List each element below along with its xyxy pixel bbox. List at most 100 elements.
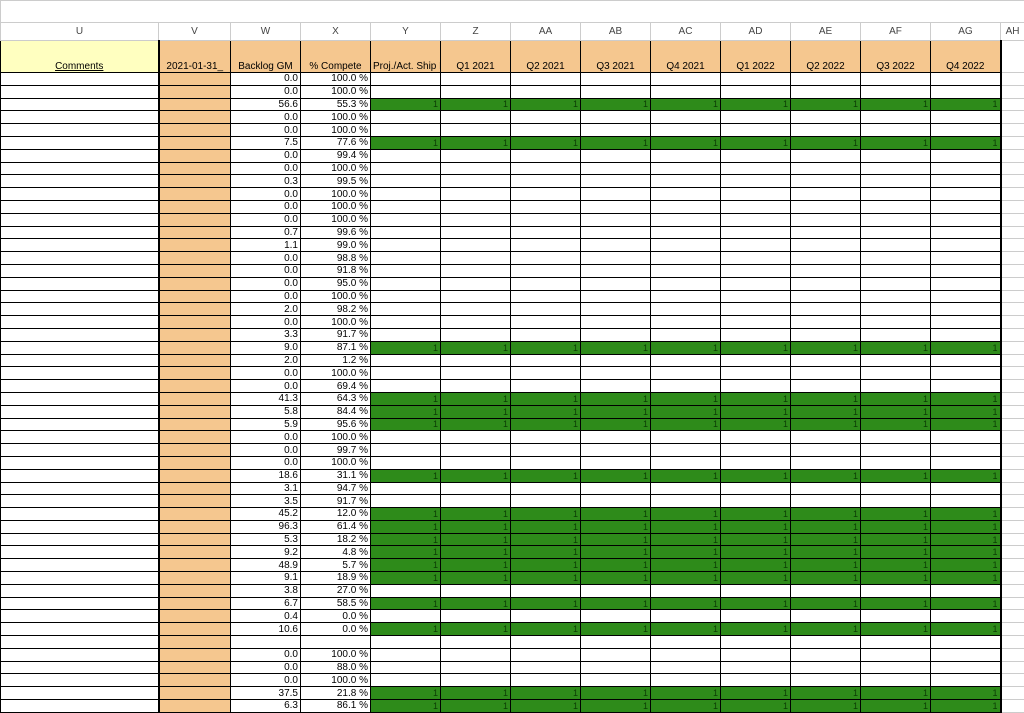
cell[interactable] bbox=[931, 661, 1001, 674]
table-row[interactable]: 0.0100.0 % bbox=[1, 674, 1024, 687]
cell[interactable]: 1 bbox=[371, 533, 441, 546]
cell[interactable]: 77.6 % bbox=[301, 136, 371, 149]
cell[interactable]: 1 bbox=[791, 559, 861, 572]
cell[interactable] bbox=[159, 162, 231, 175]
cell[interactable] bbox=[159, 213, 231, 226]
cell[interactable]: 1 bbox=[931, 597, 1001, 610]
cell[interactable] bbox=[721, 636, 791, 649]
table-row[interactable]: 7.577.6 %111111111 bbox=[1, 136, 1024, 149]
cell[interactable] bbox=[581, 226, 651, 239]
cell[interactable] bbox=[1001, 546, 1024, 559]
cell[interactable] bbox=[931, 444, 1001, 457]
cell[interactable] bbox=[931, 188, 1001, 201]
cell[interactable] bbox=[651, 316, 721, 329]
col-letter-W[interactable]: W bbox=[231, 23, 301, 41]
cell[interactable] bbox=[159, 226, 231, 239]
cell[interactable]: 1 bbox=[441, 687, 511, 700]
cell[interactable]: 0.0 bbox=[231, 124, 301, 137]
cell[interactable]: 0.0 bbox=[231, 188, 301, 201]
table-row[interactable]: 0.0100.0 % bbox=[1, 213, 1024, 226]
header-backlog-gm[interactable]: Backlog GM bbox=[231, 41, 301, 73]
cell[interactable] bbox=[441, 252, 511, 265]
cell[interactable] bbox=[159, 520, 231, 533]
cell[interactable] bbox=[721, 444, 791, 457]
cell[interactable]: 1 bbox=[861, 508, 931, 521]
cell[interactable]: 1 bbox=[791, 700, 861, 713]
cell[interactable]: 0.0 bbox=[231, 111, 301, 124]
cell[interactable] bbox=[791, 648, 861, 661]
cell[interactable] bbox=[721, 328, 791, 341]
cell[interactable] bbox=[651, 380, 721, 393]
cell[interactable] bbox=[511, 661, 581, 674]
cell[interactable]: 1 bbox=[791, 597, 861, 610]
cell[interactable] bbox=[651, 85, 721, 98]
table-row[interactable]: 9.087.1 %111111111 bbox=[1, 341, 1024, 354]
cell[interactable]: 99.0 % bbox=[301, 239, 371, 252]
cell[interactable] bbox=[1, 687, 159, 700]
cell[interactable] bbox=[721, 162, 791, 175]
cell[interactable] bbox=[1, 341, 159, 354]
cell[interactable] bbox=[791, 149, 861, 162]
cell[interactable]: 1 bbox=[371, 418, 441, 431]
table-row[interactable]: 3.827.0 % bbox=[1, 584, 1024, 597]
cell[interactable]: 2.0 bbox=[231, 354, 301, 367]
cell[interactable] bbox=[159, 380, 231, 393]
cell[interactable] bbox=[931, 200, 1001, 213]
cell[interactable] bbox=[511, 188, 581, 201]
cell[interactable]: 99.5 % bbox=[301, 175, 371, 188]
cell[interactable]: 100.0 % bbox=[301, 456, 371, 469]
cell[interactable] bbox=[931, 431, 1001, 444]
cell[interactable] bbox=[721, 290, 791, 303]
cell[interactable] bbox=[1001, 661, 1024, 674]
cell[interactable]: 1 bbox=[791, 392, 861, 405]
cell[interactable]: 1 bbox=[581, 700, 651, 713]
cell[interactable] bbox=[1, 661, 159, 674]
cell[interactable] bbox=[511, 456, 581, 469]
cell[interactable] bbox=[159, 559, 231, 572]
cell[interactable]: 1 bbox=[581, 136, 651, 149]
cell[interactable] bbox=[861, 610, 931, 623]
cell[interactable] bbox=[791, 444, 861, 457]
cell[interactable] bbox=[861, 264, 931, 277]
col-letter-AC[interactable]: AC bbox=[651, 23, 721, 41]
cell[interactable] bbox=[511, 367, 581, 380]
table-row[interactable]: 5.884.4 %111111111 bbox=[1, 405, 1024, 418]
cell[interactable] bbox=[791, 252, 861, 265]
cell[interactable]: 100.0 % bbox=[301, 431, 371, 444]
cell[interactable] bbox=[1, 508, 159, 521]
cell[interactable] bbox=[511, 175, 581, 188]
cell[interactable] bbox=[441, 444, 511, 457]
cell[interactable] bbox=[159, 431, 231, 444]
cell[interactable]: 48.9 bbox=[231, 559, 301, 572]
cell[interactable] bbox=[861, 636, 931, 649]
cell[interactable]: 31.1 % bbox=[301, 469, 371, 482]
cell[interactable] bbox=[511, 328, 581, 341]
cell[interactable] bbox=[651, 495, 721, 508]
cell[interactable]: 1 bbox=[651, 559, 721, 572]
cell[interactable]: 1 bbox=[511, 520, 581, 533]
cell[interactable] bbox=[159, 200, 231, 213]
cell[interactable] bbox=[861, 303, 931, 316]
cell[interactable]: 1 bbox=[651, 687, 721, 700]
cell[interactable] bbox=[721, 431, 791, 444]
cell[interactable] bbox=[581, 316, 651, 329]
cell[interactable]: 1 bbox=[511, 572, 581, 585]
cell[interactable] bbox=[1001, 380, 1024, 393]
header-q1-2022[interactable]: Q1 2022 bbox=[721, 41, 791, 73]
cell[interactable] bbox=[581, 354, 651, 367]
cell[interactable] bbox=[791, 431, 861, 444]
cell[interactable] bbox=[581, 674, 651, 687]
cell[interactable] bbox=[371, 264, 441, 277]
cell[interactable] bbox=[931, 367, 1001, 380]
cell[interactable] bbox=[159, 290, 231, 303]
table-row[interactable]: 2.098.2 % bbox=[1, 303, 1024, 316]
cell[interactable]: 87.1 % bbox=[301, 341, 371, 354]
cell[interactable]: 1 bbox=[861, 418, 931, 431]
cell[interactable]: 1 bbox=[651, 533, 721, 546]
cell[interactable] bbox=[651, 290, 721, 303]
cell[interactable]: 86.1 % bbox=[301, 700, 371, 713]
cell[interactable] bbox=[1, 623, 159, 636]
table-row[interactable]: 0.399.5 % bbox=[1, 175, 1024, 188]
spreadsheet[interactable]: U V W X Y Z AA AB AC AD AE AF AG AH Comm… bbox=[0, 0, 1024, 702]
cell[interactable] bbox=[441, 73, 511, 86]
